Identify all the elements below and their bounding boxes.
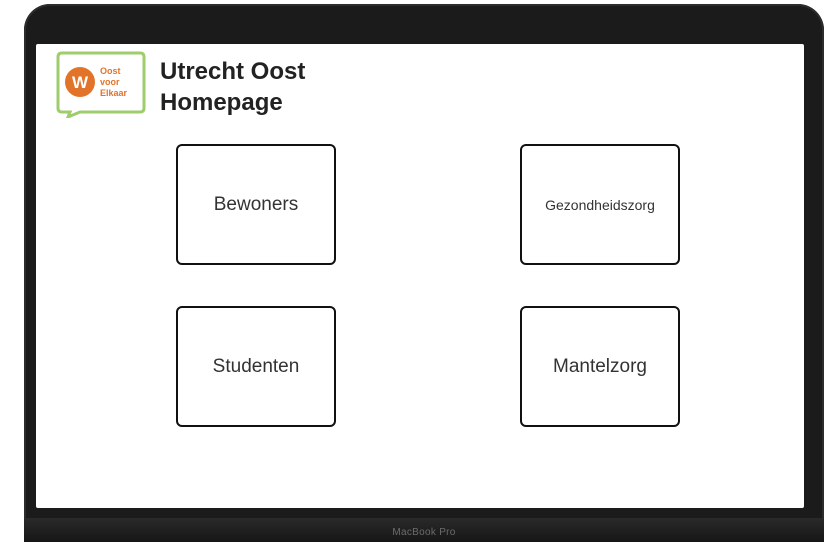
page-title-line-2: Homepage — [160, 89, 283, 116]
oost-voor-elkaar-logo[interactable]: W Oost voor Elkaar — [56, 50, 146, 120]
studenten-tile[interactable]: Studenten — [176, 306, 336, 427]
tile-label: Studenten — [212, 355, 300, 377]
logo-graphic: W Oost voor Elkaar — [56, 51, 146, 120]
screen: W Oost voor Elkaar Utrecht Oost Homepage… — [36, 44, 804, 508]
page-title-line-1: Utrecht Oost — [160, 58, 306, 85]
laptop-bottom-bezel: MacBook Pro — [24, 518, 824, 542]
tile-label: Mantelzorg — [553, 355, 647, 377]
logo-word-3: Elkaar — [100, 88, 128, 98]
logo-word-2: voor — [100, 77, 120, 87]
page-title: Utrecht Oost Homepage — [160, 56, 380, 118]
mantelzorg-tile[interactable]: Mantelzorg — [520, 306, 680, 427]
tile-label: Gezondheidszorg — [545, 196, 655, 213]
bewoners-tile[interactable]: Bewoners — [176, 144, 336, 265]
tile-label: Bewoners — [213, 193, 299, 215]
gezondheidszorg-tile[interactable]: Gezondheidszorg — [520, 144, 680, 265]
logo-word-1: Oost — [100, 66, 121, 76]
logo-initial: W — [72, 73, 89, 92]
laptop-brand-label: MacBook Pro — [392, 527, 456, 538]
